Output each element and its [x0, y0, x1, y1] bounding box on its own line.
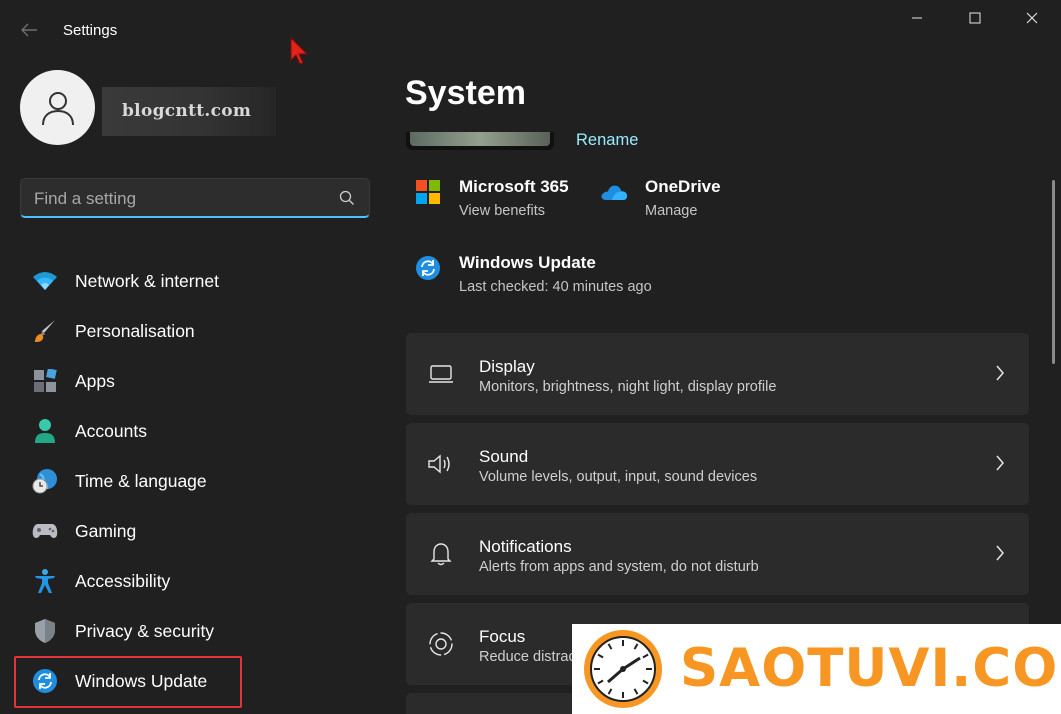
watermark-text: SAOTUVI.COM — [680, 638, 1061, 699]
account-name: blogcntt.com — [102, 87, 276, 136]
chevron-right-icon — [995, 544, 1005, 567]
rename-link[interactable]: Rename — [576, 131, 638, 150]
person-icon — [32, 418, 58, 444]
sidebar-item-label: Network & internet — [75, 270, 219, 291]
bell-icon — [426, 539, 456, 569]
clock-logo-icon — [582, 628, 664, 714]
settings-card-notifications[interactable]: Notifications Alerts from apps and syste… — [406, 513, 1029, 595]
update-icon — [413, 253, 443, 283]
display-icon — [426, 359, 456, 389]
quick-link-subtitle: View benefits — [459, 203, 545, 219]
sidebar-item-apps[interactable]: Apps — [14, 356, 374, 406]
person-outline-icon — [41, 91, 74, 125]
quick-link-title: Windows Update — [459, 253, 596, 272]
card-subtitle: Volume levels, output, input, sound devi… — [479, 469, 758, 485]
card-title: Display — [479, 357, 535, 376]
card-title: Notifications — [479, 537, 572, 556]
device-thumbnail — [406, 132, 554, 150]
cloud-icon — [599, 177, 629, 207]
quick-link-subtitle: Last checked: 40 minutes ago — [459, 279, 652, 295]
focus-icon — [426, 629, 456, 659]
sidebar-item-personalisation[interactable]: Personalisation — [14, 306, 374, 356]
card-subtitle: Monitors, brightness, night light, displ… — [479, 379, 777, 395]
quick-link-title: Microsoft 365 — [459, 177, 569, 196]
sidebar-item-time-language[interactable]: Time & language — [14, 456, 374, 506]
sidebar-item-windows-update[interactable]: Windows Update — [14, 656, 374, 708]
quick-link-title: OneDrive — [645, 177, 721, 196]
quick-link-windows-update[interactable]: Windows Update Last checked: 40 minutes … — [413, 253, 652, 295]
sidebar-item-label: Gaming — [75, 520, 137, 541]
chevron-right-icon — [995, 454, 1005, 477]
page-title: System — [405, 74, 526, 112]
sidebar-item-gaming[interactable]: Gaming — [14, 506, 374, 556]
app-title: Settings — [63, 22, 118, 39]
apps-icon — [32, 368, 58, 394]
search-input[interactable]: Find a setting — [20, 178, 370, 218]
update-icon — [32, 668, 58, 694]
card-title: Focus — [479, 627, 526, 646]
mouse-cursor-icon — [289, 36, 311, 71]
sidebar-item-label: Windows Update — [75, 670, 208, 691]
sidebar-item-label: Time & language — [75, 470, 207, 491]
search-placeholder: Find a setting — [34, 189, 137, 208]
settings-card-display[interactable]: Display Monitors, brightness, night ligh… — [406, 333, 1029, 415]
gamepad-icon — [32, 518, 58, 544]
search-icon[interactable] — [339, 190, 355, 211]
sidebar-item-label: Accounts — [75, 420, 147, 441]
quick-link-subtitle: Manage — [645, 203, 698, 219]
sidebar-item-accessibility[interactable]: Accessibility — [14, 556, 374, 606]
back-arrow-icon[interactable] — [20, 22, 40, 40]
sidebar-item-privacy-security[interactable]: Privacy & security — [14, 606, 374, 656]
microsoft-logo-icon — [413, 177, 443, 207]
sidebar-item-label: Accessibility — [75, 570, 171, 591]
minimize-button[interactable] — [907, 10, 927, 30]
settings-card-sound[interactable]: Sound Volume levels, output, input, soun… — [406, 423, 1029, 505]
sidebar-nav: Network & internet Personalisation Apps — [14, 256, 374, 708]
accessibility-icon — [32, 568, 58, 594]
title-bar: Settings — [0, 0, 1061, 60]
maximize-button[interactable] — [965, 10, 985, 30]
card-title: Sound — [479, 447, 529, 466]
sidebar-item-accounts[interactable]: Accounts — [14, 406, 374, 456]
sidebar-item-label: Apps — [75, 370, 115, 391]
shield-icon — [32, 618, 58, 644]
card-subtitle: Alerts from apps and system, do not dist… — [479, 559, 759, 575]
wifi-icon — [32, 268, 58, 294]
chevron-right-icon — [995, 364, 1005, 387]
quick-link-onedrive[interactable]: OneDrive Manage — [599, 177, 721, 219]
sidebar-item-network[interactable]: Network & internet — [14, 256, 374, 306]
watermark-banner: SAOTUVI.COM — [572, 624, 1061, 714]
globe-clock-icon — [32, 468, 58, 494]
scrollbar[interactable] — [1052, 180, 1055, 364]
sidebar-item-label: Personalisation — [75, 320, 195, 341]
brush-icon — [32, 318, 58, 344]
avatar[interactable] — [20, 70, 95, 145]
sidebar-item-label: Privacy & security — [75, 620, 215, 641]
close-button[interactable] — [1022, 10, 1042, 30]
speaker-icon — [426, 449, 456, 479]
quick-link-microsoft365[interactable]: Microsoft 365 View benefits — [413, 177, 569, 219]
